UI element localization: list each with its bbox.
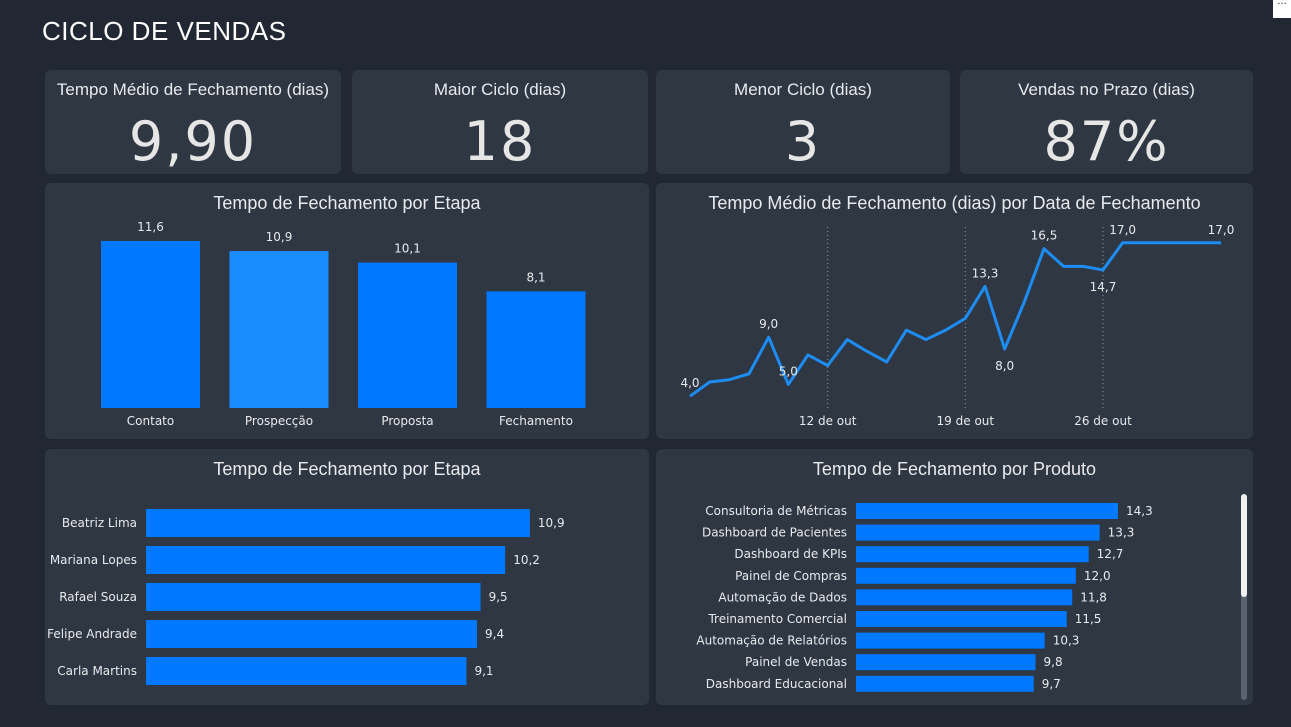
y-tick-label: Carla Martins [57,664,137,678]
kpi-card-max-cycle[interactable]: Maior Ciclo (dias) 18 [352,70,648,174]
data-label: 9,1 [474,664,493,678]
y-tick-label: Consultoria de Métricas [705,504,847,518]
data-label: 9,5 [489,590,508,604]
bar [146,583,481,611]
chart-card-product[interactable]: Tempo de Fechamento por Produto Consulto… [656,449,1253,705]
kpi-card-min-cycle[interactable]: Menor Ciclo (dias) 3 [656,70,950,174]
data-label: 12,0 [1084,569,1111,583]
data-label: 9,8 [1044,655,1063,669]
kpi-value: 87% [1043,110,1170,173]
y-tick-label: Automação de Relatórios [696,634,847,648]
scrollbar[interactable] [1241,494,1247,700]
data-label: 4,0 [680,376,699,390]
bar [358,262,457,408]
data-label: 8,1 [526,270,545,284]
bar [856,524,1100,541]
x-tick-label: 12 de out [799,414,857,428]
bar [856,654,1036,671]
x-tick-label: Fechamento [499,414,573,428]
kpi-label: Menor Ciclo (dias) [734,80,872,99]
data-label: 10,1 [394,242,421,256]
bar [856,546,1089,563]
x-tick-label: 26 de out [1074,414,1132,428]
bar [146,509,530,537]
data-label: 9,7 [1042,677,1061,691]
product-bar-chart: Consultoria de Métricas 14,3 Dashboard de … [696,503,1153,692]
data-label: 10,3 [1053,634,1080,648]
data-label: 9,4 [485,627,504,641]
data-label: 14,7 [1090,280,1117,294]
data-label: 17,0 [1208,223,1235,237]
data-label: 8,0 [995,359,1014,373]
y-tick-label: Dashboard Educacional [706,677,847,691]
data-label: 10,9 [538,516,565,530]
bar [146,546,506,574]
bar [856,611,1067,627]
kpi-card-on-time-sales[interactable]: Vendas no Prazo (dias) 87% [960,70,1253,174]
data-label: 11,6 [137,220,164,234]
bar [229,251,329,408]
data-label: 14,3 [1126,504,1153,518]
y-tick-label: Painel de Compras [735,569,847,583]
data-label: 16,5 [1031,229,1058,243]
data-label: 12,7 [1097,547,1124,561]
data-label: 5,0 [779,364,798,378]
y-tick-label: Felipe Andrade [47,627,137,641]
data-label: 11,8 [1080,590,1107,604]
y-tick-label: Treinamento Comercial [707,612,847,626]
y-tick-label: Beatriz Lima [62,516,137,530]
kpi-card-avg-close-time[interactable]: Tempo Médio de Fechamento (dias) 9,90 [45,70,341,174]
data-label: 13,3 [972,266,999,280]
bar [146,657,467,685]
kpi-value: 18 [463,110,537,173]
scrollbar-thumb[interactable] [1241,494,1247,597]
y-tick-label: Rafael Souza [59,590,137,604]
bar [856,675,1034,692]
bar [101,240,200,408]
data-label: 17,0 [1109,223,1136,237]
x-tick-label: Proposta [381,414,433,428]
chart-card-stage[interactable]: Tempo de Fechamento por Etapa 11,6 Contat… [45,183,649,439]
x-tick-label: 19 de out [937,414,995,428]
stage-bar-chart: 11,6 Contato 10,9 Prospecção 10,1 Proposta 8,1… [101,220,586,428]
data-label: 9,0 [759,317,778,331]
kpi-label: Tempo Médio de Fechamento (dias) [56,80,330,99]
data-label: 10,9 [266,230,293,244]
bar [856,632,1045,649]
y-tick-label: Painel de Vendas [745,655,847,669]
seller-bar-chart: Beatriz Lima 10,9 Mariana Lopes 10,2 Rafael … [47,509,565,685]
page-title: CICLO DE VENDAS [42,16,287,46]
data-label: 10,2 [513,553,540,567]
kpi-value: 3 [784,110,822,173]
y-tick-label: Mariana Lopes [50,553,137,567]
bar [146,620,478,648]
y-tick-label: Dashboard de Pacientes [702,526,847,540]
data-label: 11,5 [1075,612,1102,626]
bar [856,503,1118,519]
x-tick-label: Contato [127,414,174,428]
y-tick-label: Automação de Dados [718,590,847,604]
kpi-value: 9,90 [128,110,258,173]
data-label: 13,3 [1108,526,1135,540]
y-tick-label: Dashboard de KPIs [734,547,847,561]
more-options-icon[interactable]: ··· [1273,0,1291,18]
bar [856,567,1076,584]
chart-card-date[interactable]: Tempo Médio de Fechamento (dias) por Dat… [656,183,1253,439]
kpi-label: Maior Ciclo (dias) [433,80,567,99]
chart-card-seller[interactable]: Tempo de Fechamento por Etapa Beatriz Li… [45,449,649,705]
date-line-chart: 12 de out 19 de out 26 de out 4,0 9,0 5,0 13,3… [680,223,1235,428]
kpi-label: Vendas no Prazo (dias) [1018,80,1195,99]
bar [856,589,1073,606]
x-tick-label: Prospecção [245,414,313,428]
bar [486,291,586,408]
